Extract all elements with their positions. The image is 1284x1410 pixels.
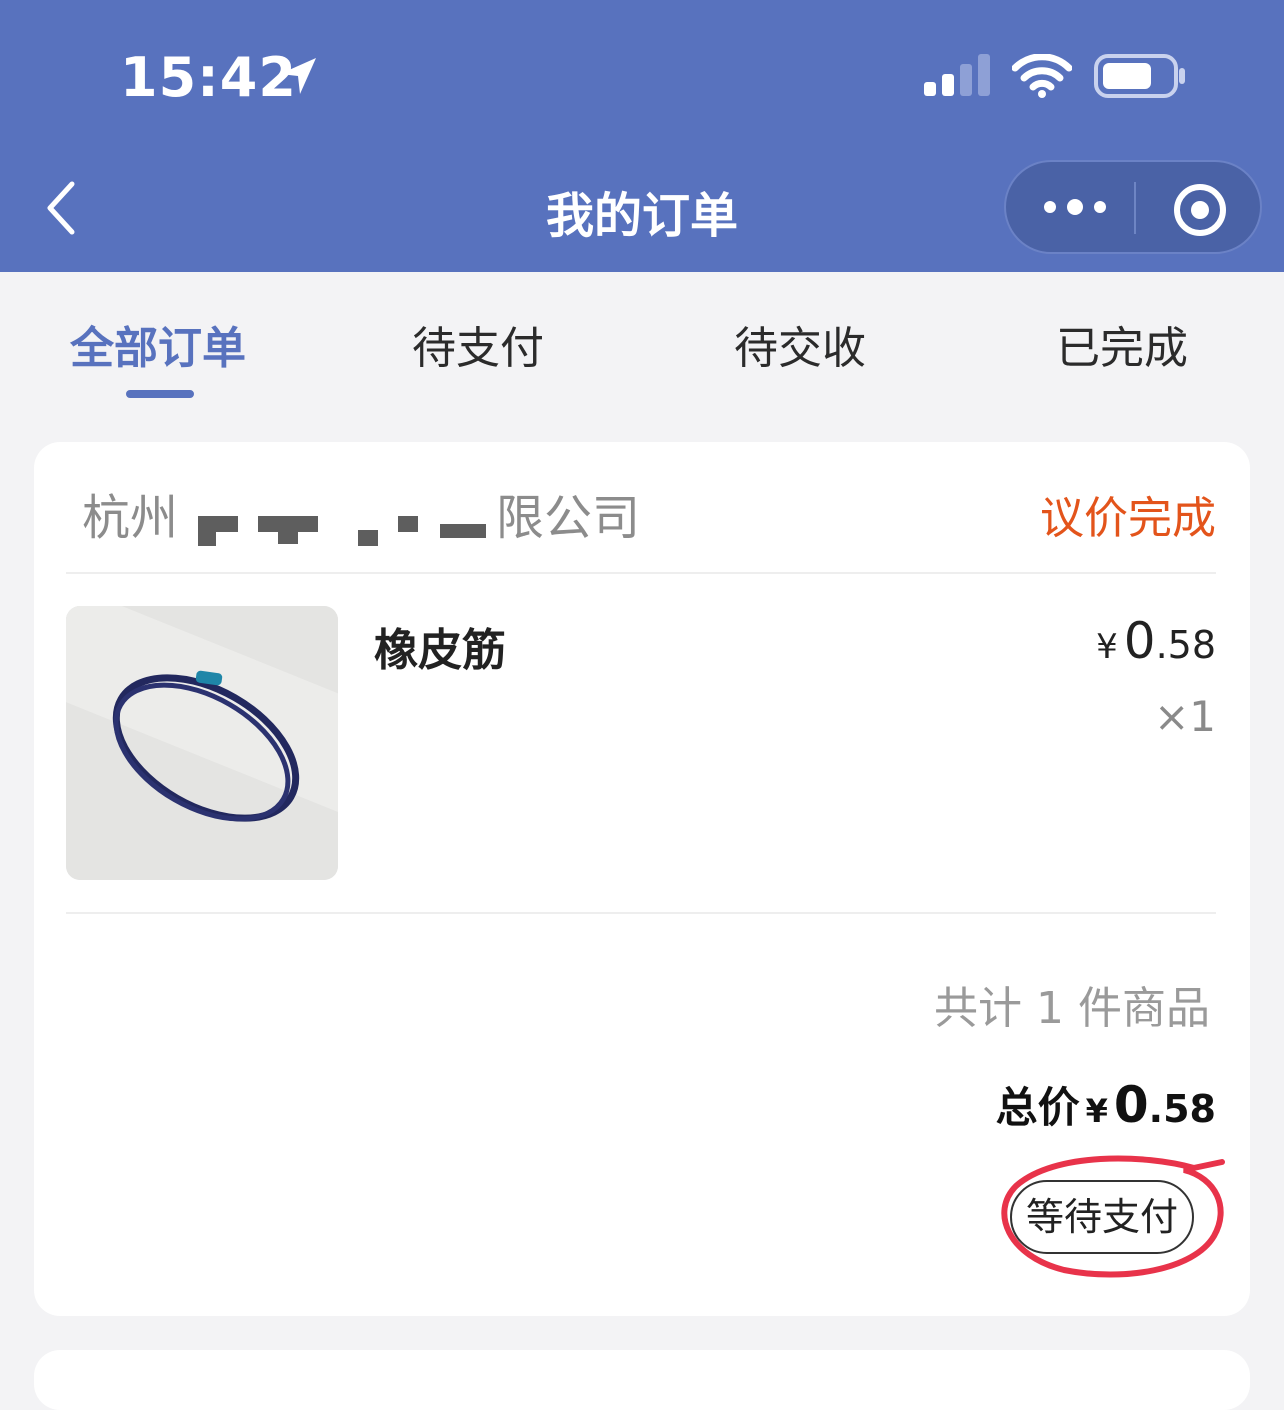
order-tabs: 全部订单 待支付 待交收 已完成: [0, 272, 1284, 422]
wifi-icon: [1012, 54, 1072, 98]
next-order-card: [34, 1350, 1250, 1410]
company-name: 杭州 限公司: [82, 478, 640, 548]
tab-completed[interactable]: 已完成: [1056, 312, 1188, 376]
status-time: 15:42: [120, 46, 297, 109]
capsule-divider: [1134, 182, 1136, 234]
product-name: 橡皮筋: [374, 625, 506, 676]
total-label: 总价: [995, 1083, 1080, 1132]
mini-program-capsule: [1004, 160, 1262, 254]
await-payment-button[interactable]: 等待支付: [1010, 1180, 1194, 1254]
order-status-badge: 议价完成: [1040, 493, 1216, 544]
item-count-summary: 共计 1 件商品: [934, 983, 1210, 1034]
divider: [66, 912, 1216, 914]
location-arrow-icon: [280, 58, 316, 94]
divider: [66, 572, 1216, 574]
rubber-band-image: [66, 606, 338, 880]
order-total: 总价 ¥0.58: [996, 1074, 1216, 1135]
total-decimal: .58: [1148, 1087, 1216, 1131]
price-currency: ¥: [1096, 627, 1118, 667]
company-prefix: 杭州: [82, 490, 179, 546]
tab-all-orders[interactable]: 全部订单: [70, 312, 246, 376]
company-suffix: 限公司: [496, 490, 641, 546]
app-header: 15:42 我的订单: [0, 0, 1284, 272]
total-currency: ¥: [1085, 1092, 1108, 1130]
total-integer: 0: [1113, 1076, 1149, 1134]
battery-icon: [1094, 54, 1185, 98]
cellular-signal-icon: [924, 54, 990, 96]
product-quantity: ×1: [1154, 692, 1216, 741]
order-card[interactable]: 杭州 限公司 议价完成 橡皮筋 ¥0.58 ×1 共计 1 件商品 总价 ¥0.5…: [34, 442, 1250, 1316]
close-target-icon[interactable]: [1172, 182, 1228, 238]
price-decimal: .58: [1155, 623, 1216, 667]
product-image[interactable]: [66, 606, 338, 880]
tab-pending-delivery[interactable]: 待交收: [734, 312, 866, 376]
price-integer: 0: [1123, 612, 1156, 670]
more-icon[interactable]: [1042, 192, 1108, 222]
tab-pending-payment[interactable]: 待支付: [412, 312, 544, 376]
redacted-text: [178, 494, 496, 546]
active-tab-indicator: [126, 390, 194, 398]
product-price: ¥0.58: [1096, 612, 1216, 670]
